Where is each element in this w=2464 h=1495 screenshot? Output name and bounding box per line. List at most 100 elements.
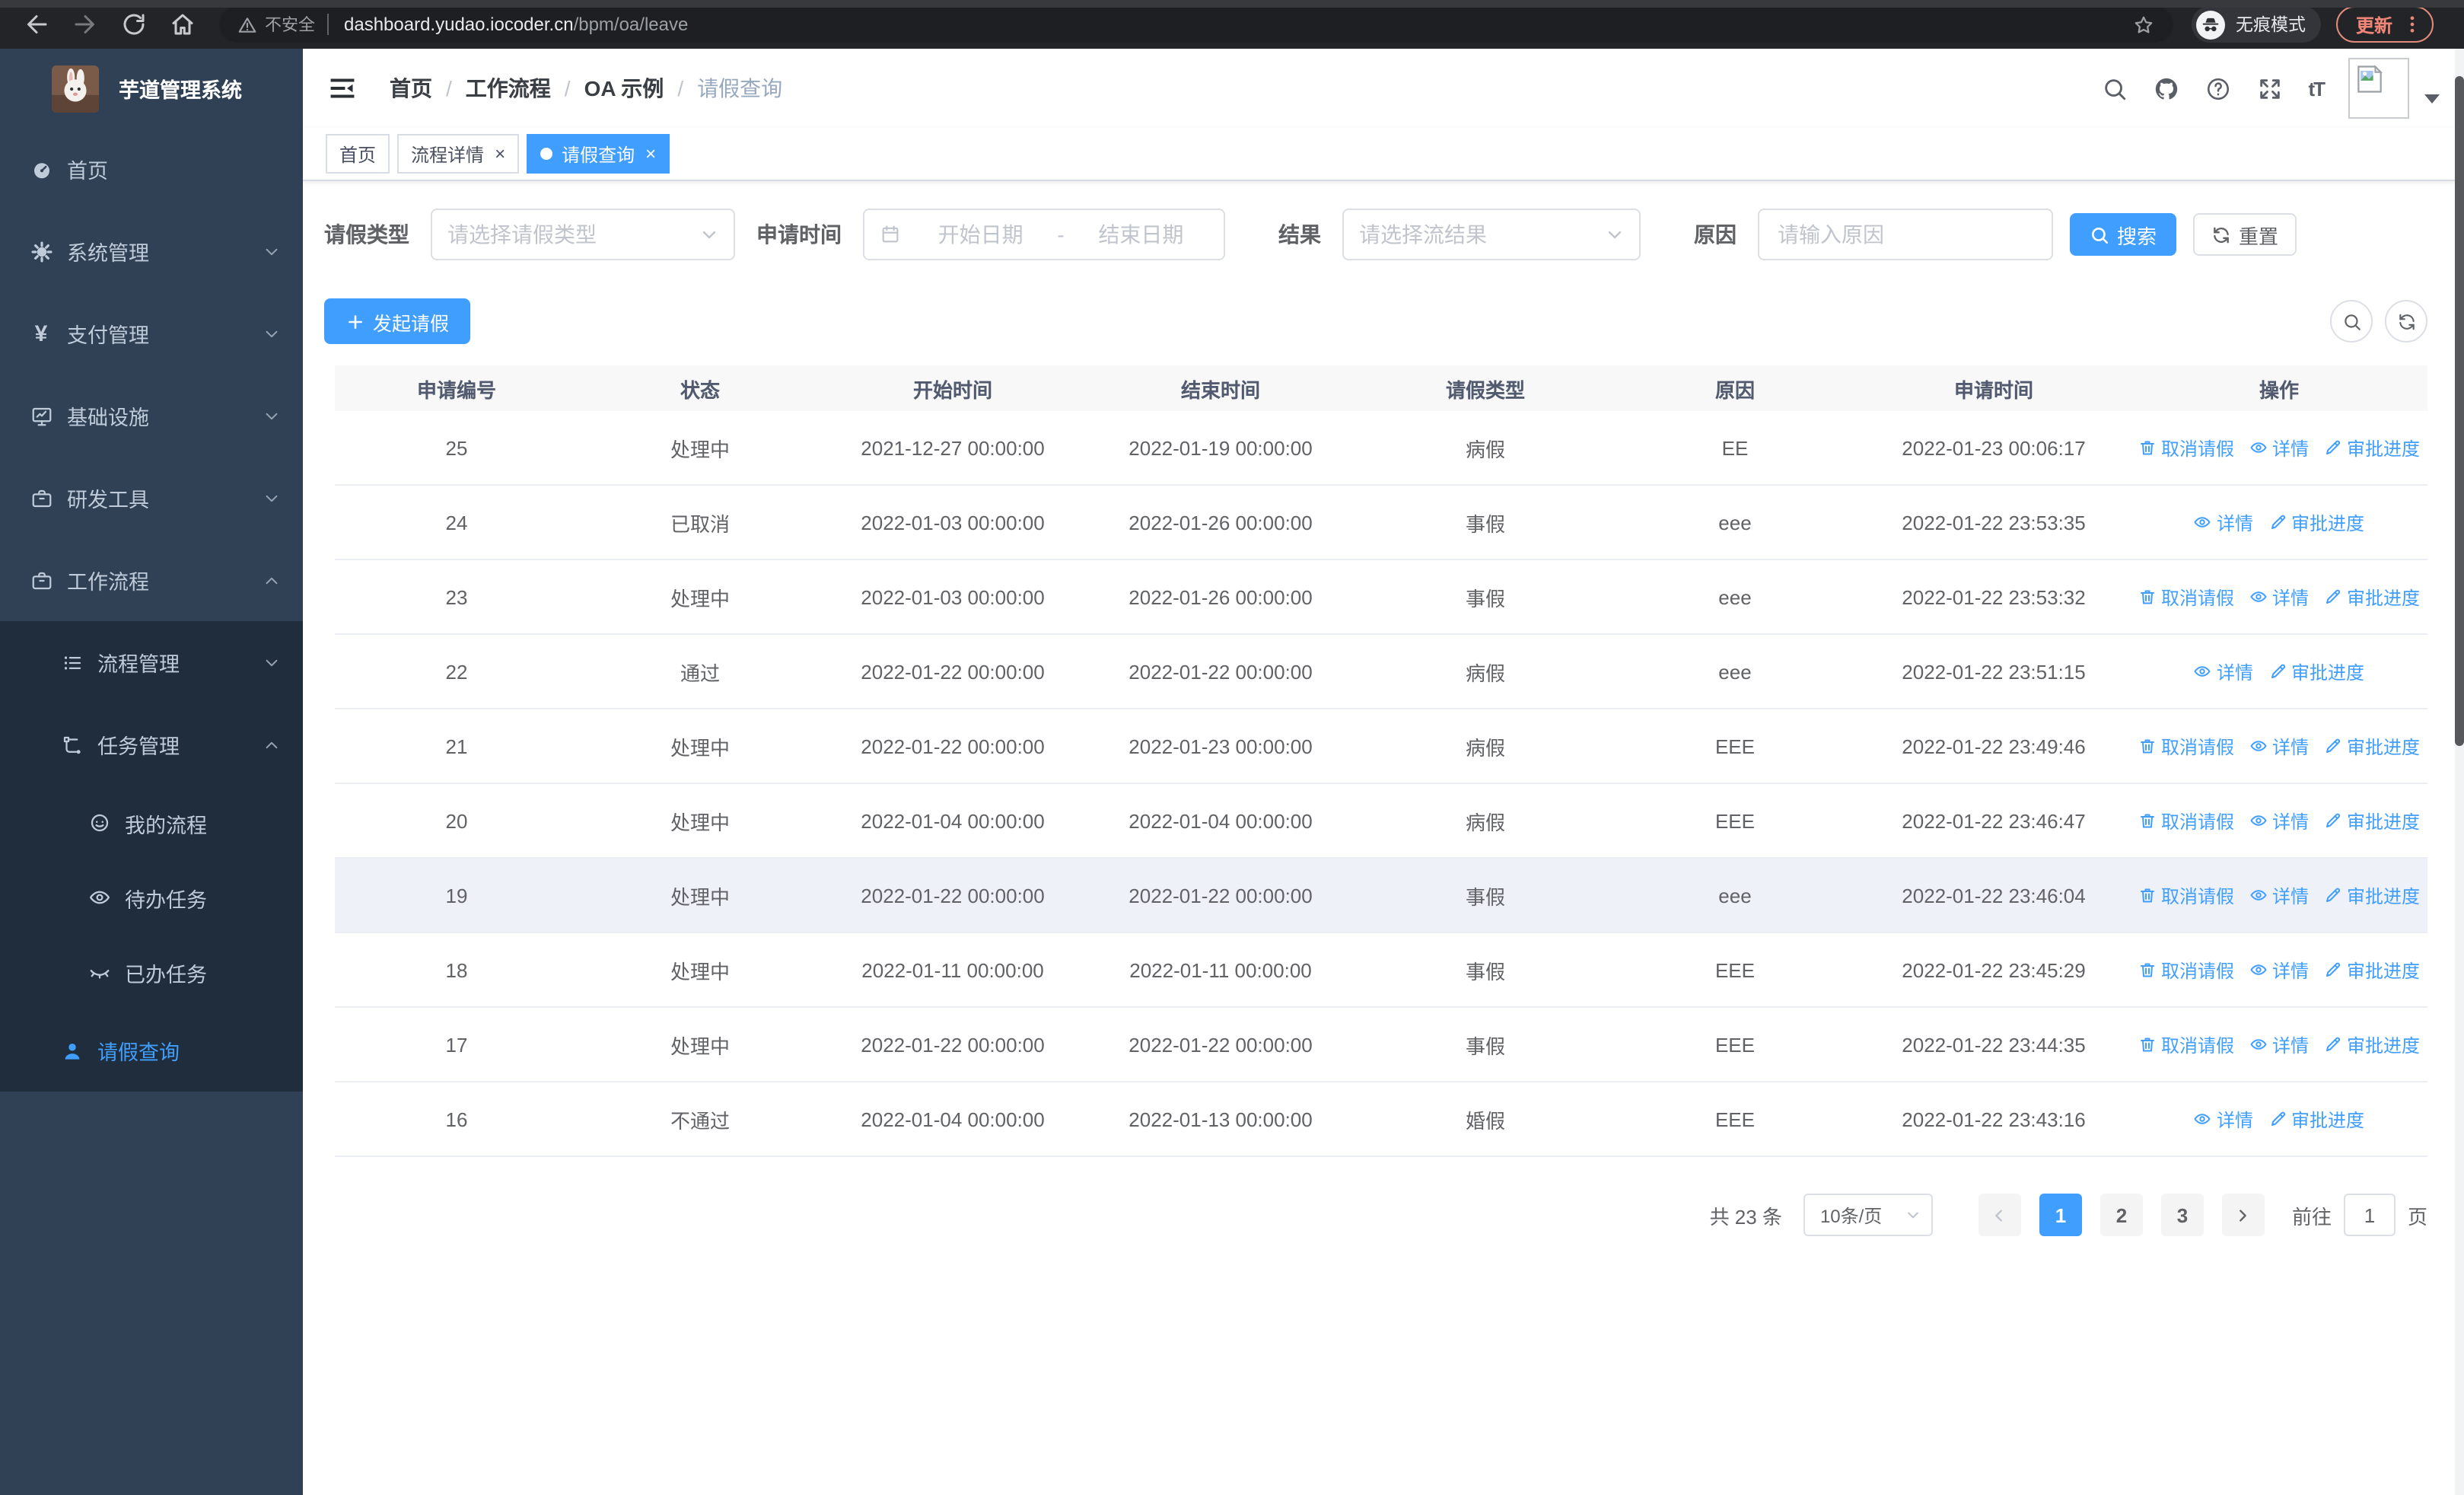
progress-action[interactable]: 审批进度 bbox=[2268, 658, 2364, 684]
detail-action[interactable]: 详情 bbox=[2194, 658, 2253, 684]
page-button-3[interactable]: 3 bbox=[2160, 1194, 2204, 1236]
breadcrumb-item[interactable]: OA 示例 bbox=[584, 73, 664, 104]
sidebar-item-home[interactable]: 首页 bbox=[0, 128, 303, 210]
result-select[interactable]: 请选择流结果 bbox=[1342, 209, 1641, 260]
progress-action[interactable]: 审批进度 bbox=[2324, 808, 2420, 834]
browser-menu-icon[interactable] bbox=[2402, 14, 2423, 35]
sidebar-item-payment[interactable]: ¥ 支付管理 bbox=[0, 292, 303, 375]
apply-time-range-picker[interactable]: 开始日期 - 结束日期 bbox=[863, 209, 1225, 260]
font-size-icon[interactable]: tT bbox=[2308, 77, 2326, 100]
app-logo-row[interactable]: 芋道管理系统 bbox=[0, 49, 303, 128]
sidebar-item-process-mgmt[interactable]: 流程管理 bbox=[0, 621, 303, 703]
detail-action[interactable]: 详情 bbox=[2249, 1031, 2309, 1057]
cancel-action[interactable]: 取消请假 bbox=[2138, 1031, 2234, 1057]
table-row: 16 不通过 2022-01-04 00:00:00 2022-01-13 00:00… bbox=[335, 1082, 2427, 1157]
scrollbar-thumb[interactable] bbox=[2455, 76, 2464, 746]
browser-update-button[interactable]: 更新 bbox=[2336, 6, 2434, 43]
hide-search-button[interactable] bbox=[2330, 300, 2373, 343]
search-icon[interactable] bbox=[2101, 75, 2127, 101]
progress-action[interactable]: 审批进度 bbox=[2268, 509, 2364, 535]
detail-action[interactable]: 详情 bbox=[2249, 882, 2309, 908]
sidebar-item-done-task[interactable]: 已办任务 bbox=[0, 935, 303, 1009]
breadcrumb-item: 请假查询 bbox=[697, 76, 783, 100]
cancel-action[interactable]: 取消请假 bbox=[2138, 808, 2234, 834]
end-date-input[interactable]: 结束日期 bbox=[1074, 219, 1208, 250]
refresh-table-button[interactable] bbox=[2385, 300, 2427, 343]
leave-type-select[interactable]: 请选择请假类型 bbox=[431, 209, 735, 260]
sidebar-item-my-process[interactable]: 我的流程 bbox=[0, 786, 303, 860]
cell: 婚假 bbox=[1465, 1109, 1505, 1132]
start-date-input[interactable]: 开始日期 bbox=[913, 219, 1048, 250]
detail-action[interactable]: 详情 bbox=[2249, 435, 2309, 461]
detail-action[interactable]: 详情 bbox=[2194, 1106, 2253, 1132]
breadcrumb-item[interactable]: 首页 bbox=[390, 73, 432, 104]
sidebar-item-workflow[interactable]: 工作流程 bbox=[0, 539, 303, 621]
progress-action[interactable]: 审批进度 bbox=[2324, 882, 2420, 908]
progress-action[interactable]: 审批进度 bbox=[2324, 435, 2420, 461]
trash-icon bbox=[2138, 438, 2157, 457]
bookmark-star-icon[interactable] bbox=[2132, 13, 2155, 36]
sidebar-item-label: 基础设施 bbox=[67, 406, 149, 429]
create-leave-button[interactable]: 发起请假 bbox=[324, 298, 471, 344]
cell: 处理中 bbox=[670, 960, 730, 983]
page-button-2[interactable]: 2 bbox=[2099, 1194, 2143, 1236]
progress-action[interactable]: 审批进度 bbox=[2324, 1031, 2420, 1057]
sidebar-fold-icon[interactable] bbox=[329, 75, 356, 102]
forward-icon[interactable] bbox=[72, 11, 99, 38]
sidebar-item-dev-tools[interactable]: 研发工具 bbox=[0, 457, 303, 539]
column-header: 申请编号 bbox=[416, 378, 496, 401]
avatar[interactable] bbox=[2348, 58, 2409, 119]
avatar-caret-icon[interactable] bbox=[2424, 94, 2440, 104]
close-icon[interactable]: × bbox=[495, 145, 505, 163]
cell: 21 bbox=[445, 735, 468, 757]
github-icon[interactable] bbox=[2153, 75, 2179, 101]
cancel-action[interactable]: 取消请假 bbox=[2138, 882, 2234, 908]
reason-input[interactable] bbox=[1758, 209, 2053, 260]
sidebar-item-infrastructure[interactable]: 基础设施 bbox=[0, 375, 303, 457]
reset-button[interactable]: 重置 bbox=[2193, 213, 2297, 256]
cancel-action[interactable]: 取消请假 bbox=[2138, 733, 2234, 759]
cancel-action[interactable]: 取消请假 bbox=[2138, 584, 2234, 610]
cancel-action[interactable]: 取消请假 bbox=[2138, 957, 2234, 983]
cancel-action[interactable]: 取消请假 bbox=[2138, 435, 2234, 461]
scrollbar[interactable] bbox=[2455, 49, 2464, 1495]
sidebar-item-task-mgmt[interactable]: 任务管理 bbox=[0, 703, 303, 786]
goto-label: 前往 bbox=[2291, 1205, 2332, 1228]
detail-action[interactable]: 详情 bbox=[2194, 509, 2253, 535]
close-icon[interactable]: × bbox=[645, 145, 656, 163]
search-button[interactable]: 搜索 bbox=[2070, 213, 2177, 256]
back-icon[interactable] bbox=[23, 11, 50, 38]
next-page-button[interactable] bbox=[2221, 1194, 2265, 1236]
help-icon[interactable] bbox=[2205, 75, 2230, 101]
fullscreen-icon[interactable] bbox=[2256, 75, 2282, 101]
url-bar[interactable]: 不安全 dashboard.yudao.iocoder.cn/bpm/oa/le… bbox=[219, 6, 2173, 43]
app-window: 不安全 dashboard.yudao.iocoder.cn/bpm/oa/le… bbox=[0, 0, 2464, 1495]
app-title: 芋道管理系统 bbox=[119, 79, 242, 102]
progress-action[interactable]: 审批进度 bbox=[2324, 584, 2420, 610]
breadcrumb-item[interactable]: 工作流程 bbox=[466, 73, 551, 104]
tab-流程详情[interactable]: 流程详情 × bbox=[397, 134, 520, 174]
monitor-icon bbox=[29, 403, 53, 428]
tab-首页[interactable]: 首页 bbox=[326, 134, 390, 174]
detail-action[interactable]: 详情 bbox=[2249, 808, 2309, 834]
home-icon[interactable] bbox=[169, 11, 196, 38]
pen-icon bbox=[2324, 438, 2342, 457]
cell: 2022-01-22 00:00:00 bbox=[861, 884, 1045, 907]
progress-action[interactable]: 审批进度 bbox=[2268, 1106, 2364, 1132]
progress-action[interactable]: 审批进度 bbox=[2324, 957, 2420, 983]
detail-action[interactable]: 详情 bbox=[2249, 957, 2309, 983]
prev-page-button[interactable] bbox=[1978, 1194, 2021, 1236]
detail-action[interactable]: 详情 bbox=[2249, 584, 2309, 610]
progress-action[interactable]: 审批进度 bbox=[2324, 733, 2420, 759]
page-size-select[interactable]: 10条/页 bbox=[1803, 1194, 1933, 1236]
goto-page-input[interactable] bbox=[2343, 1194, 2396, 1236]
sidebar-item-system[interactable]: 系统管理 bbox=[0, 210, 303, 292]
sidebar-item-leave-query[interactable]: 请假查询 bbox=[0, 1009, 303, 1092]
tab-请假查询[interactable]: 请假查询 × bbox=[527, 134, 670, 174]
cell: 2022-01-22 00:00:00 bbox=[1129, 884, 1313, 907]
reload-icon[interactable] bbox=[120, 11, 148, 38]
pen-icon bbox=[2268, 1110, 2287, 1128]
page-button-1[interactable]: 1 bbox=[2039, 1194, 2082, 1236]
detail-action[interactable]: 详情 bbox=[2249, 733, 2309, 759]
sidebar-item-todo-task[interactable]: 待办任务 bbox=[0, 860, 303, 935]
